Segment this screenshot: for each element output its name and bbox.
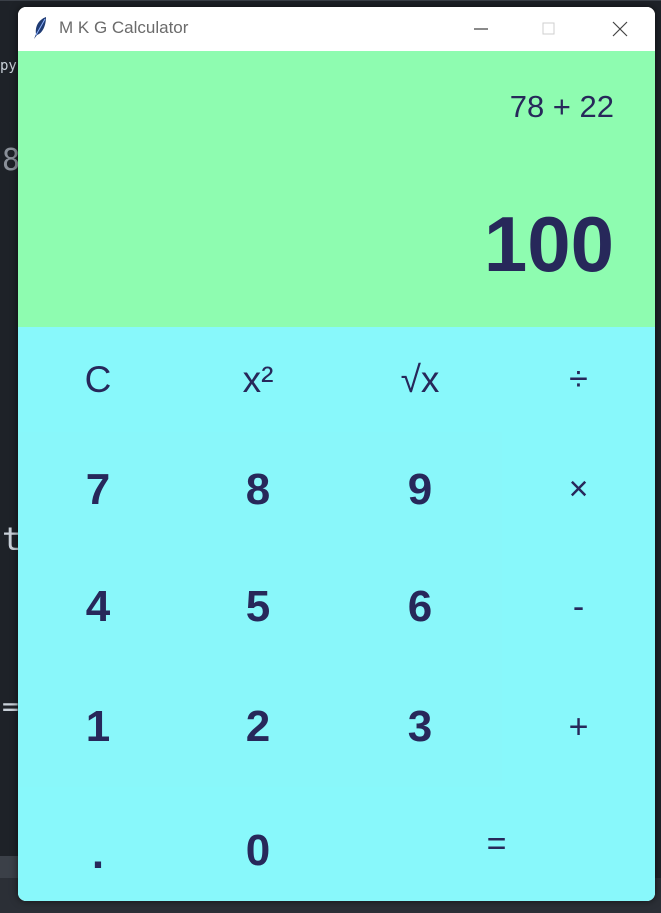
editor-border bbox=[0, 0, 661, 1]
maximize-icon bbox=[542, 22, 555, 35]
subtract-button[interactable]: - bbox=[502, 547, 655, 667]
digit-2-button[interactable]: 2 bbox=[178, 667, 338, 787]
digit-3-button[interactable]: 3 bbox=[338, 667, 502, 787]
maximize-button[interactable] bbox=[526, 7, 572, 51]
result-text: 100 bbox=[483, 200, 614, 288]
digit-4-button[interactable]: 4 bbox=[18, 547, 178, 667]
multiply-button[interactable]: × bbox=[502, 432, 655, 547]
calculator-window: M K G Calculator 78 + 22 100 C x² √x ÷ 7… bbox=[18, 7, 655, 901]
editor-code-fragment: = bbox=[2, 690, 19, 723]
digit-5-button[interactable]: 5 bbox=[178, 547, 338, 667]
digit-1-button[interactable]: 1 bbox=[18, 667, 178, 787]
keypad: C x² √x ÷ 7 8 9 × 4 5 6 - 1 2 3 + . 0 = bbox=[18, 327, 655, 901]
square-button[interactable]: x² bbox=[178, 327, 338, 432]
digit-0-button[interactable]: 0 bbox=[178, 787, 338, 901]
minimize-icon bbox=[474, 28, 488, 30]
feather-icon bbox=[32, 16, 48, 40]
digit-8-button[interactable]: 8 bbox=[178, 432, 338, 547]
title-bar[interactable]: M K G Calculator bbox=[18, 7, 655, 51]
decimal-button[interactable]: . bbox=[18, 787, 178, 901]
digit-6-button[interactable]: 6 bbox=[338, 547, 502, 667]
divide-button[interactable]: ÷ bbox=[502, 327, 655, 432]
editor-tab-fragment: py bbox=[0, 58, 17, 74]
add-button[interactable]: + bbox=[502, 667, 655, 787]
close-button[interactable] bbox=[597, 7, 643, 51]
digit-9-button[interactable]: 9 bbox=[338, 432, 502, 547]
close-icon bbox=[612, 21, 628, 37]
equals-button[interactable]: = bbox=[338, 787, 655, 901]
expression-text: 78 + 22 bbox=[509, 89, 614, 124]
calculator-display: 78 + 22 100 bbox=[18, 51, 655, 327]
digit-7-button[interactable]: 7 bbox=[18, 432, 178, 547]
window-title: M K G Calculator bbox=[59, 18, 189, 37]
sqrt-button[interactable]: √x bbox=[338, 327, 502, 432]
clear-button[interactable]: C bbox=[18, 327, 178, 432]
minimize-button[interactable] bbox=[458, 7, 504, 51]
